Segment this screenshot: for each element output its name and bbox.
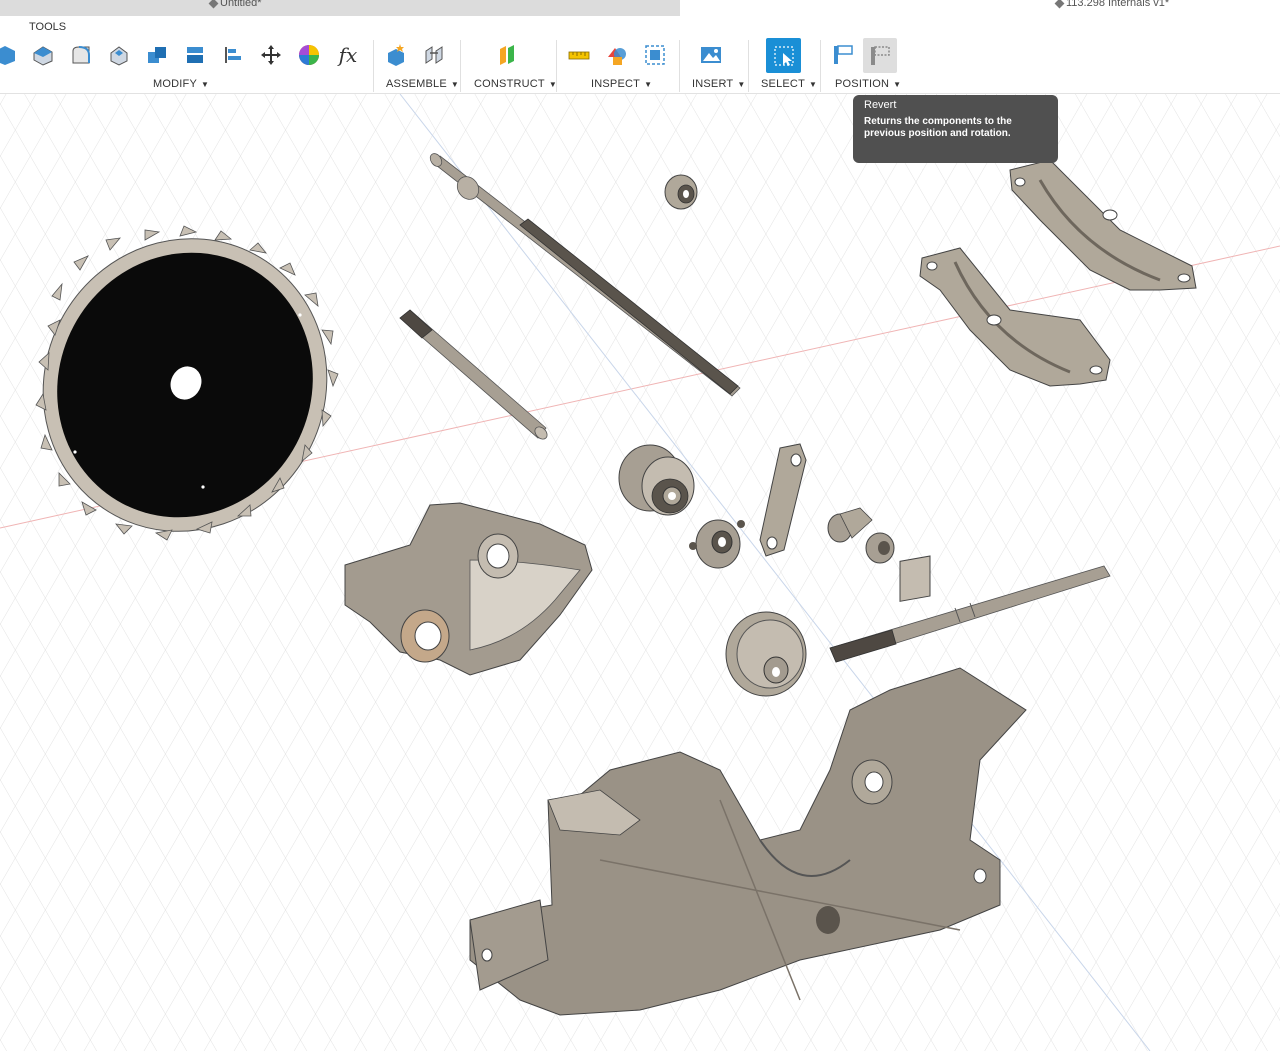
tooltip-body: Returns the components to the previous p… [864,116,1012,139]
parameters-icon[interactable]: fx [333,40,363,70]
document-tab-untitled[interactable]: Untitled* [0,0,680,17]
tooltip-title: Revert [864,99,897,111]
toolbar-divider [373,40,374,92]
section-analysis-icon[interactable] [640,40,670,70]
offset-plane-icon[interactable] [492,40,522,70]
align-icon[interactable] [218,40,248,70]
scale-icon[interactable] [180,40,210,70]
document-icon [1054,0,1065,9]
press-pull-icon[interactable] [0,40,20,70]
ground-grid [0,94,1280,1051]
select-menu[interactable]: SELECT ▼ [761,78,817,90]
toolbar-divider [460,40,461,92]
chevron-down-icon: ▼ [450,80,460,89]
insert-image-icon[interactable] [696,40,726,70]
chevron-down-icon: ▼ [893,80,902,89]
canvas-viewport[interactable] [0,94,1280,1051]
capture-position-icon[interactable] [828,40,858,70]
construct-menu[interactable]: CONSTRUCT ▼ [474,78,557,90]
toolbar-divider [679,40,680,92]
appearance-icon[interactable] [294,40,324,70]
chevron-down-icon: ▼ [644,80,653,89]
move-copy-icon[interactable] [256,40,286,70]
modify-menu[interactable]: MODIFY ▼ [153,78,209,90]
fillet-icon[interactable] [28,40,58,70]
shell-icon[interactable] [104,40,134,70]
select-tool-icon[interactable] [766,38,801,73]
chevron-down-icon: ▼ [809,80,818,89]
revert-position-icon[interactable] [863,38,897,73]
position-menu[interactable]: POSITION ▼ [835,78,901,90]
insert-menu[interactable]: INSERT ▼ [692,78,745,90]
interference-icon[interactable] [602,40,632,70]
small-bearing[interactable] [664,174,698,210]
document-tab-label: 113.298 Internals v1* [1066,0,1170,9]
document-tab-label: Untitled* [220,0,262,9]
tools-tab[interactable]: TOOLS [29,21,66,33]
new-component-icon[interactable] [381,40,411,70]
chevron-down-icon: ▼ [737,80,746,89]
joint-icon[interactable] [419,40,449,70]
document-tab-strip: Untitled* 113.298 Internals v1* [0,0,1280,17]
document-icon [208,0,219,9]
assemble-menu[interactable]: ASSEMBLE ▼ [386,78,459,90]
document-tab-internals[interactable]: 113.298 Internals v1* [1054,0,1170,9]
revert-tooltip: Revert Returns the components to the pre… [853,95,1058,163]
chevron-down-icon: ▼ [200,80,210,89]
toolbar-divider [556,40,557,92]
design-toolbar: TOOLS fx MODIFY ▼ ASSEMBLE ▼ CONSTRUCT ▼… [0,16,1280,94]
measure-icon[interactable] [564,40,594,70]
toolbar-divider [748,40,749,92]
drive-pulley[interactable] [725,611,807,697]
inspect-menu[interactable]: INSPECT ▼ [591,78,652,90]
toolbar-divider [820,40,821,92]
chamfer-icon[interactable] [66,40,96,70]
combine-icon[interactable] [142,40,172,70]
